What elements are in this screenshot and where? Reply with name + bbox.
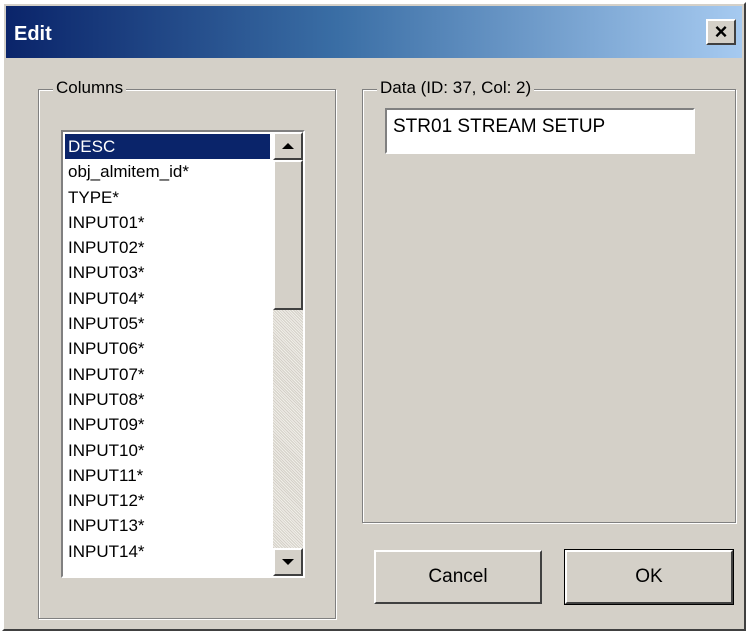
list-item[interactable]: INPUT13* (65, 513, 270, 538)
data-group: Data (ID: 37, Col: 2) STR01 STREAM SETUP (362, 78, 736, 523)
scroll-up-button[interactable] (273, 132, 303, 160)
list-item[interactable]: INPUT06* (65, 336, 270, 361)
arrow-up-icon (282, 143, 294, 149)
list-item[interactable]: INPUT05* (65, 311, 270, 336)
scroll-thumb[interactable] (273, 160, 303, 310)
list-item[interactable]: INPUT04* (65, 286, 270, 311)
edit-dialog: Edit × Columns DESC obj_almitem_id* TYPE* I… (2, 2, 746, 631)
list-item[interactable]: DESC (65, 134, 270, 160)
list-item[interactable]: INPUT11* (65, 463, 270, 488)
columns-list: DESC obj_almitem_id* TYPE* INPUT01* INPUT02*… (65, 134, 270, 564)
list-item[interactable]: INPUT07* (65, 362, 270, 387)
columns-group-label: Columns (53, 78, 127, 98)
cancel-button[interactable]: Cancel (374, 550, 542, 604)
list-item[interactable]: INPUT10* (65, 438, 270, 463)
list-item[interactable]: INPUT09* (65, 412, 270, 437)
ok-button[interactable]: OK (564, 549, 734, 605)
data-value-field[interactable]: STR01 STREAM SETUP (385, 108, 695, 154)
close-button[interactable]: × (706, 19, 736, 45)
columns-scrollbar[interactable] (273, 132, 303, 576)
arrow-down-icon (282, 559, 294, 565)
columns-group: Columns DESC obj_almitem_id* TYPE* INPUT01*… (38, 78, 336, 619)
columns-listbox[interactable]: DESC obj_almitem_id* TYPE* INPUT01* INPUT02*… (61, 130, 305, 578)
data-group-label: Data (ID: 37, Col: 2) (377, 78, 535, 98)
list-item[interactable]: INPUT03* (65, 260, 270, 285)
list-item[interactable]: INPUT02* (65, 235, 270, 260)
scroll-down-button[interactable] (273, 548, 303, 576)
title-bar[interactable]: Edit × (6, 6, 742, 58)
list-item[interactable]: INPUT14* (65, 539, 270, 564)
list-item[interactable]: INPUT01* (65, 210, 270, 235)
close-icon: × (714, 19, 728, 44)
list-item[interactable]: obj_almitem_id* (65, 159, 270, 184)
list-item[interactable]: INPUT12* (65, 488, 270, 513)
list-item[interactable]: TYPE* (65, 185, 270, 210)
list-item[interactable]: INPUT08* (65, 387, 270, 412)
window-title: Edit (14, 23, 52, 45)
